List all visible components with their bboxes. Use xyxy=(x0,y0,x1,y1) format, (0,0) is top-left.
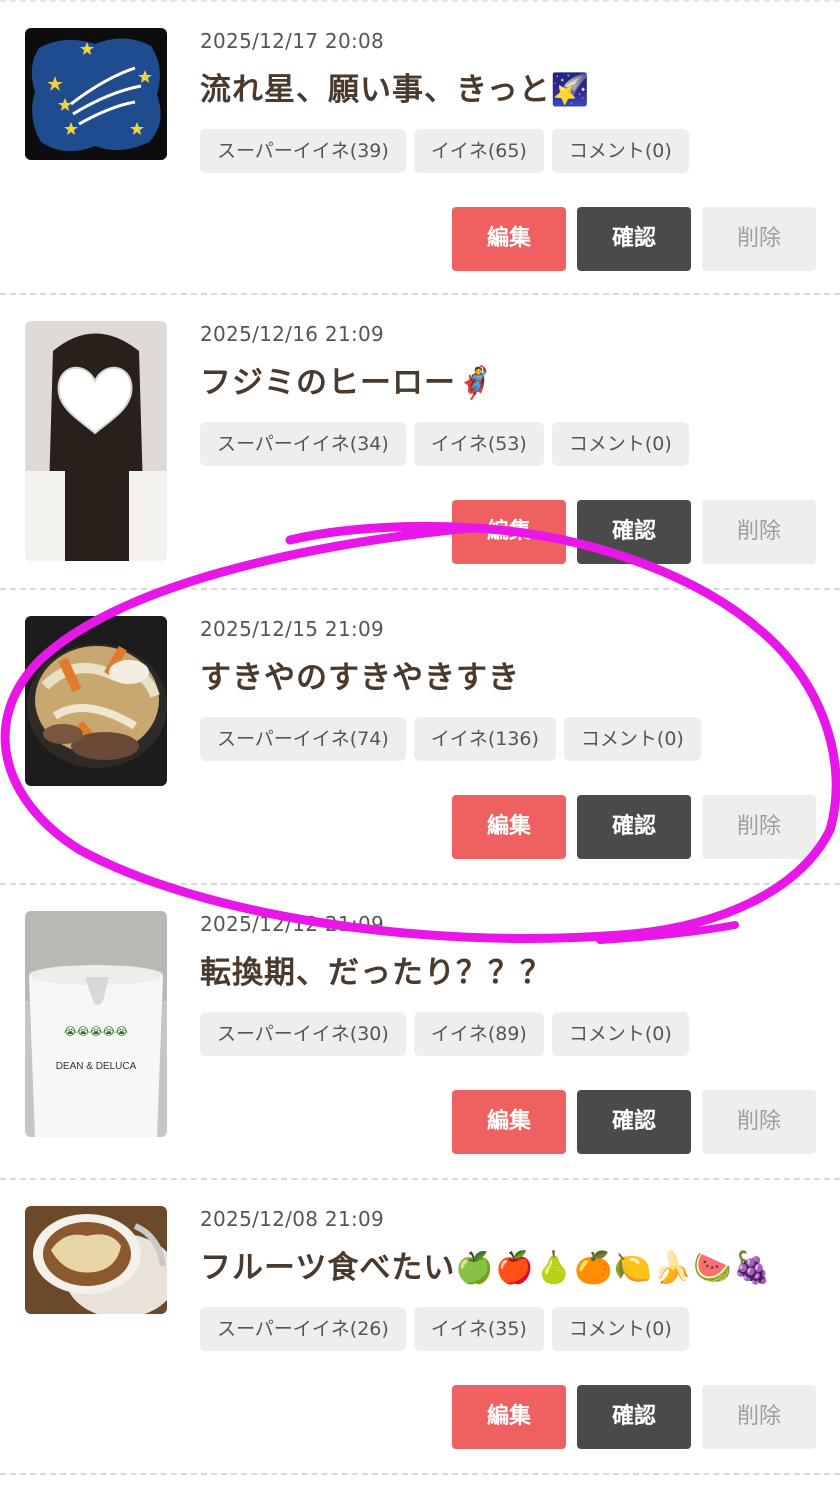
post-thumbnail[interactable] xyxy=(25,28,167,160)
sukiyaki-image xyxy=(25,616,167,786)
delete-button[interactable]: 削除 xyxy=(702,1385,816,1449)
like-count: イイネ(53) xyxy=(413,422,544,466)
super-like-count: スーパーイイネ(39) xyxy=(200,129,406,173)
post-item: 2025/12/08 21:09 フルーツ食べたい🍏🍎🍐🍊🍋🍌🍉🍇 スーパーイイ… xyxy=(0,1180,840,1475)
post-title[interactable]: フルーツ食べたい🍏🍎🍐🍊🍋🍌🍉🍇 xyxy=(200,1242,772,1287)
post-thumbnail[interactable]: 😭😭😭😭😭 DEAN & DELUCA xyxy=(25,911,167,1137)
post-date: 2025/12/12 21:09 xyxy=(200,912,385,936)
super-like-count: スーパーイイネ(26) xyxy=(200,1307,406,1351)
post-item: 2025/12/16 21:09 フジミのヒーロー🦸 スーパーイイネ(34) イ… xyxy=(0,295,840,590)
post-actions: 編集 確認 削除 xyxy=(452,1385,816,1449)
like-count: イイネ(136) xyxy=(413,717,556,761)
post-thumbnail[interactable] xyxy=(25,321,167,561)
post-actions: 編集 確認 削除 xyxy=(452,795,816,859)
super-like-count: スーパーイイネ(30) xyxy=(200,1012,406,1056)
post-stats: スーパーイイネ(26) イイネ(35) コメント(0) xyxy=(200,1307,689,1351)
edit-button[interactable]: 編集 xyxy=(452,795,566,859)
confirm-button[interactable]: 確認 xyxy=(577,207,691,271)
confirm-button[interactable]: 確認 xyxy=(577,1385,691,1449)
post-stats: スーパーイイネ(74) イイネ(136) コメント(0) xyxy=(200,717,701,761)
like-count: イイネ(35) xyxy=(413,1307,544,1351)
shooting-stars-image xyxy=(25,28,167,160)
post-date: 2025/12/08 21:09 xyxy=(200,1207,385,1231)
delete-button[interactable]: 削除 xyxy=(702,795,816,859)
post-thumbnail[interactable] xyxy=(25,616,167,786)
super-like-count: スーパーイイネ(74) xyxy=(200,717,406,761)
post-item: 😭😭😭😭😭 DEAN & DELUCA 2025/12/12 21:09 転換期… xyxy=(0,885,840,1180)
edit-button[interactable]: 編集 xyxy=(452,207,566,271)
post-stats: スーパーイイネ(30) イイネ(89) コメント(0) xyxy=(200,1012,689,1056)
confirm-button[interactable]: 確認 xyxy=(577,795,691,859)
post-thumbnail[interactable] xyxy=(25,1206,167,1314)
post-actions: 編集 確認 削除 xyxy=(452,207,816,271)
comment-count: コメント(0) xyxy=(551,1307,689,1351)
delete-button[interactable]: 削除 xyxy=(702,1090,816,1154)
comment-count: コメント(0) xyxy=(551,422,689,466)
post-title[interactable]: フジミのヒーロー🦸 xyxy=(200,357,496,402)
post-title[interactable]: すきやのすきやきすき xyxy=(200,652,520,697)
post-date: 2025/12/16 21:09 xyxy=(200,322,385,346)
post-title[interactable]: 流れ星、願い事、きっと🌠 xyxy=(200,64,590,109)
edit-button[interactable]: 編集 xyxy=(452,1090,566,1154)
mug-image: 😭😭😭😭😭 DEAN & DELUCA xyxy=(25,911,167,1137)
delete-button[interactable]: 削除 xyxy=(702,500,816,564)
post-stats: スーパーイイネ(34) イイネ(53) コメント(0) xyxy=(200,422,689,466)
post-item: 2025/12/17 20:08 流れ星、願い事、きっと🌠 スーパーイイネ(39… xyxy=(0,0,840,295)
delete-button[interactable]: 削除 xyxy=(702,207,816,271)
comment-count: コメント(0) xyxy=(551,1012,689,1056)
post-stats: スーパーイイネ(39) イイネ(65) コメント(0) xyxy=(200,129,689,173)
selfie-image xyxy=(25,321,167,561)
post-date: 2025/12/17 20:08 xyxy=(200,29,385,53)
post-date: 2025/12/15 21:09 xyxy=(200,617,385,641)
comment-count: コメント(0) xyxy=(563,717,701,761)
edit-button[interactable]: 編集 xyxy=(452,1385,566,1449)
confirm-button[interactable]: 確認 xyxy=(577,1090,691,1154)
comment-count: コメント(0) xyxy=(551,129,689,173)
post-title[interactable]: 転換期、だったり？？？ xyxy=(200,947,552,992)
svg-text:😭😭😭😭😭: 😭😭😭😭😭 xyxy=(64,1025,128,1038)
post-actions: 編集 確認 削除 xyxy=(452,500,816,564)
like-count: イイネ(89) xyxy=(413,1012,544,1056)
mug-brand-text: DEAN & DELUCA xyxy=(56,1061,137,1072)
confirm-button[interactable]: 確認 xyxy=(577,500,691,564)
super-like-count: スーパーイイネ(34) xyxy=(200,422,406,466)
post-item: 2025/12/15 21:09 すきやのすきやきすき スーパーイイネ(74) … xyxy=(0,590,840,885)
coffee-image xyxy=(25,1206,167,1314)
edit-button[interactable]: 編集 xyxy=(452,500,566,564)
like-count: イイネ(65) xyxy=(413,129,544,173)
post-actions: 編集 確認 削除 xyxy=(452,1090,816,1154)
